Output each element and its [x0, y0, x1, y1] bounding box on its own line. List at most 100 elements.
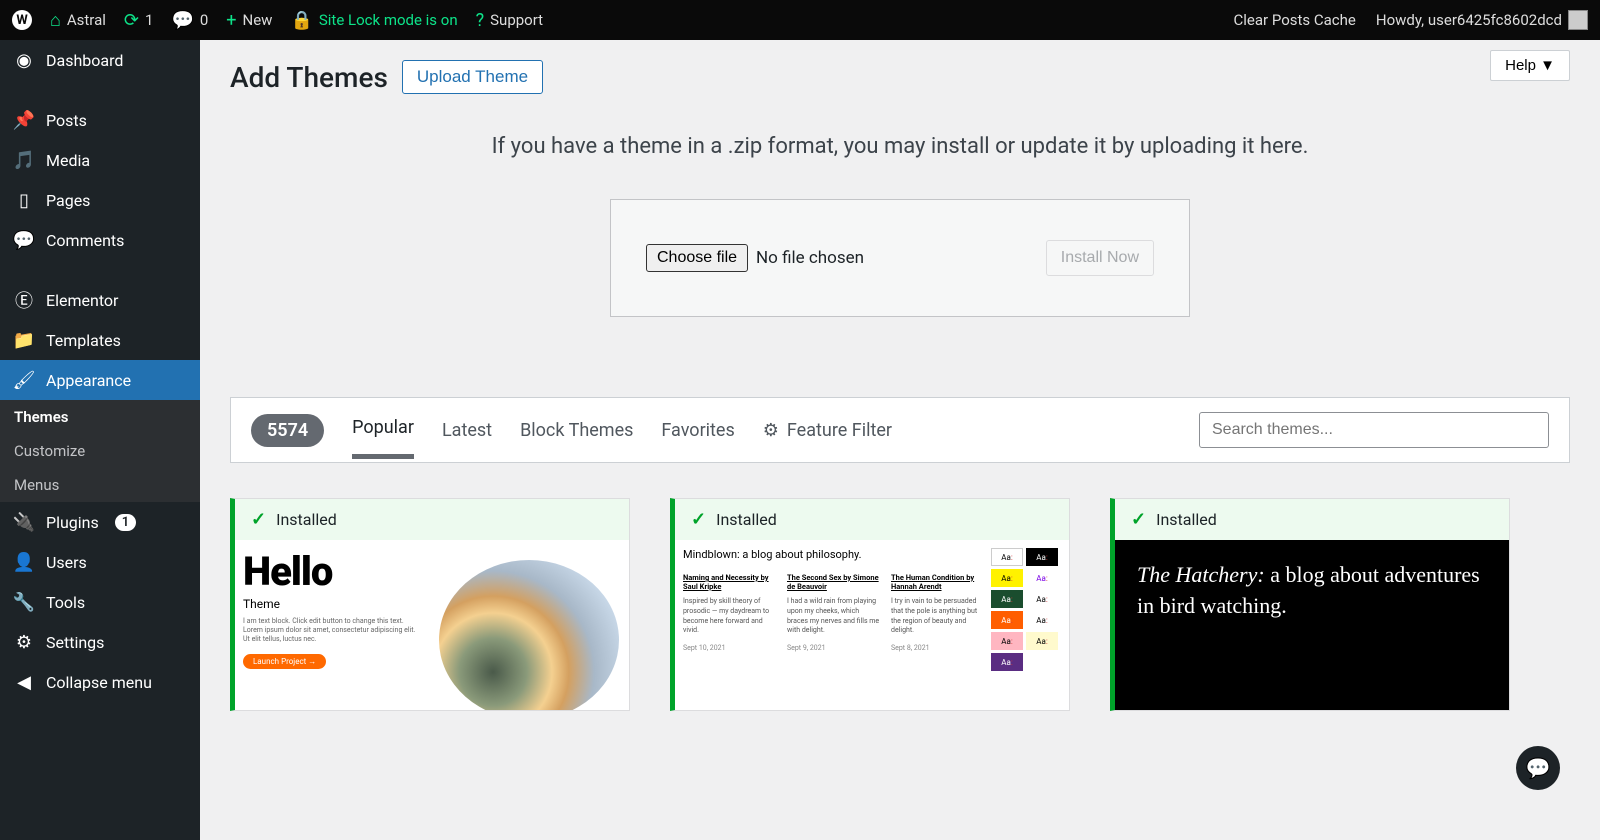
- plus-icon: +: [226, 10, 236, 31]
- home-icon: ⌂: [50, 10, 61, 31]
- help-label: Help: [1505, 57, 1536, 74]
- filter-bar: 5574 Popular Latest Block Themes Favorit…: [230, 397, 1570, 463]
- plugins-badge: 1: [115, 514, 136, 531]
- updates-count: 1: [145, 11, 153, 29]
- upload-info-text: If you have a theme in a .zip format, yo…: [230, 134, 1570, 159]
- sidebar-label: Collapse menu: [46, 673, 152, 692]
- help-button[interactable]: Help ▼: [1490, 50, 1570, 81]
- sidebar-item-appearance[interactable]: 🖌 Appearance: [0, 360, 200, 400]
- preview-image: [439, 560, 619, 710]
- avatar: [1568, 10, 1588, 30]
- preview-title-italic: The Hatchery:: [1137, 562, 1265, 587]
- file-status: No file chosen: [756, 248, 864, 268]
- sidebar-collapse[interactable]: ◀ Collapse menu: [0, 662, 200, 702]
- site-lock[interactable]: 🔒 Site Lock mode is on: [290, 10, 457, 31]
- sidebar-label: Elementor: [46, 291, 118, 310]
- upload-theme-button[interactable]: Upload Theme: [402, 60, 543, 94]
- installed-label: Installed: [716, 510, 777, 529]
- tab-popular[interactable]: Popular: [352, 417, 414, 459]
- new-label: New: [243, 11, 273, 29]
- sidebar-item-settings[interactable]: ⚙ Settings: [0, 622, 200, 662]
- sidebar-label: Media: [46, 151, 90, 170]
- new-link[interactable]: + New: [226, 10, 272, 31]
- theme-count: 5574: [251, 414, 324, 447]
- chat-icon: 💬: [1526, 756, 1551, 780]
- appearance-submenu: Themes Customize Menus: [0, 400, 200, 502]
- sidebar-label: Tools: [46, 593, 85, 612]
- updates-link[interactable]: ⟳ 1: [124, 10, 154, 31]
- chat-bubble[interactable]: 💬: [1516, 746, 1560, 790]
- sidebar-item-dashboard[interactable]: ◉ Dashboard: [0, 40, 200, 80]
- wrench-icon: 🔧: [14, 592, 34, 612]
- upload-box: Choose file No file chosen Install Now: [610, 199, 1190, 317]
- sidebar-item-users[interactable]: 👤 Users: [0, 542, 200, 582]
- sidebar-label: Posts: [46, 111, 87, 130]
- installed-label: Installed: [276, 510, 337, 529]
- theme-preview: Hello Theme I am text block. Click edit …: [235, 540, 629, 710]
- theme-card[interactable]: ✓ Installed Mindblown: a blog about phil…: [670, 498, 1070, 711]
- support-label: Support: [490, 11, 543, 29]
- submenu-themes[interactable]: Themes: [0, 400, 200, 434]
- theme-card[interactable]: ✓ Installed The Hatchery: a blog about a…: [1110, 498, 1510, 711]
- theme-card[interactable]: ✓ Installed Hello Theme I am text block.…: [230, 498, 630, 711]
- sidebar-label: Dashboard: [46, 51, 123, 70]
- sidebar-item-comments[interactable]: 💬 Comments: [0, 220, 200, 260]
- sidebar-item-plugins[interactable]: 🔌 Plugins 1: [0, 502, 200, 542]
- tab-favorites[interactable]: Favorites: [661, 420, 734, 457]
- theme-preview: The Hatchery: a blog about adventures in…: [1115, 540, 1509, 710]
- comment-icon: 💬: [171, 10, 193, 31]
- media-icon: 🎵: [14, 150, 34, 170]
- sidebar-item-elementor[interactable]: Ⓔ Elementor: [0, 280, 200, 320]
- search-input[interactable]: [1199, 412, 1549, 448]
- submenu-customize[interactable]: Customize: [0, 434, 200, 468]
- page-icon: ▯: [14, 190, 34, 210]
- preview-col-date: Sept 10, 2021: [683, 644, 777, 654]
- check-icon: ✓: [691, 509, 706, 530]
- check-icon: ✓: [1131, 509, 1146, 530]
- installed-label: Installed: [1156, 510, 1217, 529]
- clear-cache[interactable]: Clear Posts Cache: [1234, 11, 1356, 29]
- wp-logo[interactable]: W: [12, 10, 32, 30]
- installed-bar: ✓ Installed: [235, 499, 629, 540]
- sidebar-item-media[interactable]: 🎵 Media: [0, 140, 200, 180]
- check-icon: ✓: [251, 509, 266, 530]
- lock-icon: 🔒: [290, 10, 312, 31]
- feature-filter[interactable]: ⚙ Feature Filter: [763, 420, 892, 441]
- sidebar-item-templates[interactable]: 📁 Templates: [0, 320, 200, 360]
- brush-icon: 🖌: [14, 370, 34, 390]
- preview-heading: Mindblown: a blog about philosophy.: [683, 548, 985, 561]
- support-link[interactable]: ? Support: [476, 10, 543, 31]
- elementor-icon: Ⓔ: [14, 290, 34, 310]
- preview-swatches: Aa:Aa: Aa:Aa: Aa:Aa: Aa:Aa: Aa:Aa: Aa:: [991, 548, 1061, 702]
- page-title: Add Themes: [230, 61, 388, 94]
- gear-icon: ⚙: [763, 420, 779, 441]
- tab-block[interactable]: Block Themes: [520, 420, 633, 457]
- sidebar-label: Comments: [46, 231, 124, 250]
- account-menu[interactable]: Howdy, user6425fc8602dcd: [1376, 10, 1588, 30]
- feature-filter-label: Feature Filter: [787, 420, 892, 441]
- submenu-menus[interactable]: Menus: [0, 468, 200, 502]
- preview-col-text: I had a wild rain from playing upon my c…: [787, 597, 881, 636]
- dashboard-icon: ◉: [14, 50, 34, 70]
- tab-latest[interactable]: Latest: [442, 420, 492, 457]
- installed-bar: ✓ Installed: [675, 499, 1069, 540]
- sliders-icon: ⚙: [14, 632, 34, 652]
- sidebar-label: Appearance: [46, 371, 131, 390]
- sidebar-label: Pages: [46, 191, 90, 210]
- comments-link[interactable]: 💬 0: [171, 10, 208, 31]
- plugin-icon: 🔌: [14, 512, 34, 532]
- preview-col-text: Inspired by skill theory of prosodic — m…: [683, 597, 777, 636]
- site-link[interactable]: ⌂ Astral: [50, 10, 106, 31]
- choose-file-button[interactable]: Choose file: [646, 244, 748, 272]
- sidebar-item-posts[interactable]: 📌 Posts: [0, 100, 200, 140]
- preview-col-date: Sept 8, 2021: [891, 644, 985, 654]
- theme-preview: Mindblown: a blog about philosophy. Nami…: [675, 540, 1069, 710]
- install-now-button[interactable]: Install Now: [1046, 240, 1154, 276]
- sidebar-item-pages[interactable]: ▯ Pages: [0, 180, 200, 220]
- preview-col-text: I try in vain to be persuaded that the p…: [891, 597, 985, 636]
- user-icon: 👤: [14, 552, 34, 572]
- sidebar-item-tools[interactable]: 🔧 Tools: [0, 582, 200, 622]
- clear-cache-label: Clear Posts Cache: [1234, 11, 1356, 29]
- admin-sidebar: ◉ Dashboard 📌 Posts 🎵 Media ▯ Pages 💬 Co…: [0, 40, 200, 840]
- preview-col-title: The Second Sex by Simone de Beauvoir: [787, 573, 881, 591]
